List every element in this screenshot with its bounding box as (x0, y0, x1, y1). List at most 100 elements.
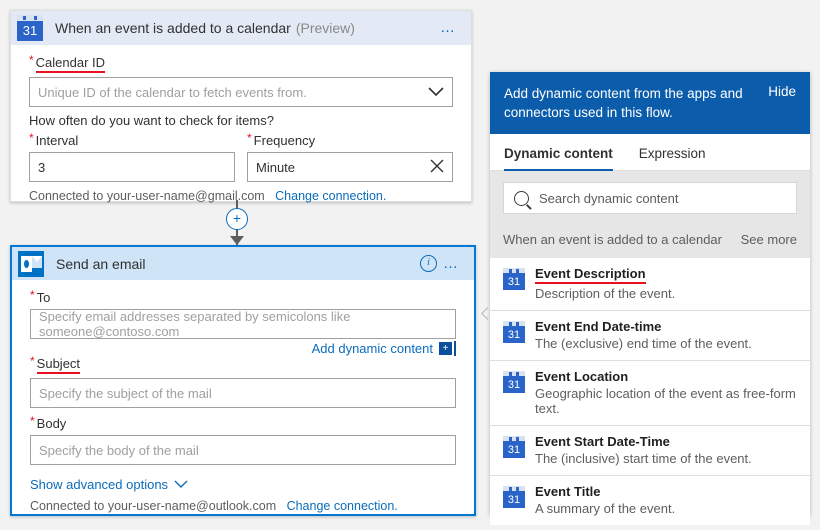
calendar-31-icon (17, 15, 43, 41)
see-more-button[interactable]: See more (741, 232, 797, 247)
calendar-31-icon (503, 321, 525, 343)
list-item-text: Event Title A summary of the event. (535, 484, 675, 516)
list-item-text: Event Start Date-Time The (inclusive) st… (535, 434, 752, 466)
trigger-card-header[interactable]: When an event is added to a calendar (Pr… (11, 11, 471, 45)
calendar-31-icon (503, 268, 525, 290)
body-label: Body (36, 416, 67, 431)
subject-placeholder: Specify the subject of the mail (39, 385, 212, 401)
tab-dynamic-content[interactable]: Dynamic content (504, 134, 613, 171)
subject-label: Subject (36, 356, 81, 374)
list-item-name: Event Title (535, 484, 601, 499)
info-icon[interactable]: i (420, 255, 437, 272)
search-placeholder: Search dynamic content (539, 190, 679, 206)
dynamic-content-panel-description: Add dynamic content from the apps and co… (504, 86, 743, 120)
required-asterisk: * (247, 131, 252, 145)
trigger-more-menu-icon[interactable]: … (434, 20, 463, 35)
trigger-title: When an event is added to a calendar (55, 20, 291, 36)
frequency-question: How often do you want to check for items… (29, 113, 274, 128)
trigger-card[interactable]: When an event is added to a calendar (Pr… (10, 10, 472, 203)
tab-expression[interactable]: Expression (639, 134, 706, 170)
add-step-button[interactable]: + (226, 208, 248, 230)
calendar-id-dropdown[interactable]: Unique ID of the calendar to fetch event… (29, 77, 453, 107)
add-dynamic-content-link[interactable]: Add dynamic content (312, 341, 433, 356)
list-item-name: Event End Date-time (535, 319, 662, 334)
list-item[interactable]: Event Description Description of the eve… (490, 258, 810, 311)
subject-label-row: * Subject (30, 354, 456, 378)
list-item-description: Geographic location of the event as free… (535, 386, 796, 416)
list-item-description: The (exclusive) end time of the event. (535, 336, 752, 351)
body-label-row: * Body (30, 414, 456, 435)
calendar-31-icon (503, 486, 525, 508)
interval-input[interactable]: 3 (29, 152, 235, 182)
list-item[interactable]: Event Location Geographic location of th… (490, 361, 810, 426)
text-cursor-icon (454, 341, 456, 356)
calendar-id-placeholder: Unique ID of the calendar to fetch event… (38, 84, 307, 100)
flow-designer-canvas: When an event is added to a calendar (Pr… (0, 0, 820, 530)
required-asterisk: * (29, 53, 34, 67)
calendar-31-icon (503, 371, 525, 393)
to-input[interactable]: Specify email addresses separated by sem… (30, 309, 456, 339)
list-item-text: Event Description Description of the eve… (535, 266, 675, 301)
connector-arrow-icon (230, 236, 244, 245)
list-item-text: Event End Date-time The (exclusive) end … (535, 319, 752, 351)
list-item-name: Event Location (535, 369, 629, 384)
calendar-id-label-row: * Calendar ID (29, 53, 453, 77)
trigger-card-body: * Calendar ID Unique ID of the calendar t… (11, 45, 471, 203)
action-card-body: * To Specify email addresses separated by… (12, 280, 474, 513)
body-input[interactable]: Specify the body of the mail (30, 435, 456, 465)
dynamic-content-panel: Add dynamic content from the apps and co… (490, 72, 810, 525)
frequency-label: Frequency (253, 133, 316, 148)
list-item-text: Event Location Geographic location of th… (535, 369, 797, 416)
panel-collapse-chevron-icon[interactable] (480, 306, 490, 324)
action-card-header[interactable]: Send an email i … (12, 247, 474, 280)
flow-connector: + (226, 200, 248, 245)
outlook-icon (18, 250, 44, 277)
required-asterisk: * (30, 354, 35, 368)
calendar-id-label: Calendar ID (35, 55, 106, 73)
dynamic-content-search-wrap: Search dynamic content (490, 171, 810, 225)
trigger-connection-row: Connected to your-user-name@gmail.com Ch… (29, 189, 453, 203)
required-asterisk: * (30, 414, 35, 428)
list-item-name: Event Start Date-Time (535, 434, 670, 449)
dynamic-content-group-name: When an event is added to a calendar (503, 232, 722, 247)
search-icon (514, 190, 529, 206)
list-item[interactable]: Event Start Date-Time The (inclusive) st… (490, 426, 810, 476)
required-asterisk: * (29, 131, 34, 145)
subject-input[interactable]: Specify the subject of the mail (30, 378, 456, 408)
chevron-down-icon[interactable] (428, 85, 444, 100)
action-card[interactable]: Send an email i … * To Specify email addr… (10, 245, 476, 516)
trigger-connection-text: Connected to your-user-name@gmail.com (29, 189, 265, 203)
hide-panel-button[interactable]: Hide (768, 84, 796, 99)
calendar-31-icon (503, 436, 525, 458)
frequency-column: * Frequency Minute (247, 131, 453, 182)
trigger-change-connection-link[interactable]: Change connection. (275, 189, 386, 203)
frequency-input[interactable]: Minute (247, 152, 453, 182)
add-dynamic-content-plus-icon[interactable]: + (439, 342, 452, 355)
dynamic-content-group-header: When an event is added to a calendar See… (490, 225, 810, 258)
list-item-description: Description of the event. (535, 286, 676, 301)
action-more-menu-icon[interactable]: … (437, 256, 466, 271)
interval-label-row: * Interval (29, 131, 235, 152)
list-item[interactable]: Event Title A summary of the event. (490, 476, 810, 525)
preview-badge: (Preview) (295, 20, 355, 36)
list-item-name: Event Description (535, 266, 646, 284)
dynamic-content-list: Event Description Description of the eve… (490, 258, 810, 525)
list-item-description: A summary of the event. (535, 501, 676, 516)
chevron-down-icon[interactable] (174, 477, 188, 492)
required-asterisk: * (30, 288, 35, 302)
action-connection-text: Connected to your-user-name@outlook.com (30, 499, 277, 513)
dynamic-content-panel-header: Add dynamic content from the apps and co… (490, 72, 810, 134)
action-connection-row: Connected to your-user-name@outlook.com … (30, 499, 456, 513)
action-title: Send an email (56, 255, 146, 272)
interval-label: Interval (35, 133, 79, 148)
body-placeholder: Specify the body of the mail (39, 442, 199, 458)
to-label-row: * To (30, 288, 456, 309)
interval-column: * Interval 3 (29, 131, 235, 182)
to-label: To (36, 290, 51, 305)
list-item[interactable]: Event End Date-time The (exclusive) end … (490, 311, 810, 361)
clear-icon[interactable] (430, 159, 444, 176)
show-advanced-options-label: Show advanced options (30, 477, 169, 492)
search-dynamic-content-input[interactable]: Search dynamic content (503, 182, 797, 214)
show-advanced-options-toggle[interactable]: Show advanced options (30, 477, 456, 492)
action-change-connection-link[interactable]: Change connection. (287, 499, 398, 513)
